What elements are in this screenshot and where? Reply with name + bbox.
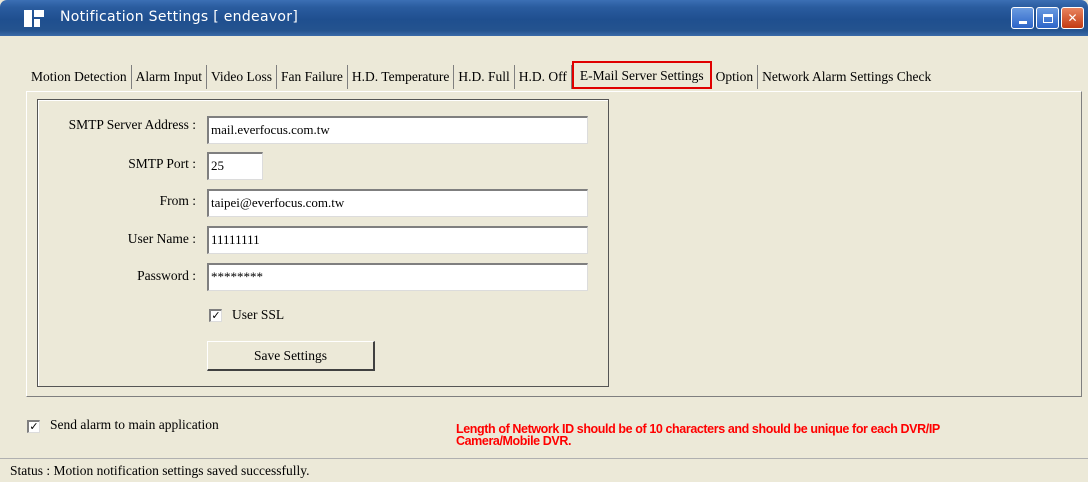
close-button[interactable]: ✕ xyxy=(1061,7,1084,29)
warning-line-2: Camera/Mobile DVR. xyxy=(456,434,572,448)
tab-fan-failure[interactable]: Fan Failure xyxy=(277,65,348,89)
tab-alarm-input[interactable]: Alarm Input xyxy=(132,65,207,89)
tab-network-alarm-settings-check[interactable]: Network Alarm Settings Check xyxy=(758,65,935,89)
maximize-button[interactable] xyxy=(1036,7,1059,29)
password-label: Password : xyxy=(137,268,196,283)
checkmark-icon: ✓ xyxy=(211,309,221,322)
tab-hd-off[interactable]: H.D. Off xyxy=(515,65,572,89)
status-text: Status : Motion notification settings sa… xyxy=(10,463,310,478)
user-ssl-label: User SSL xyxy=(232,307,285,322)
title-bar[interactable]: Notification Settings [ endeavor] ✕ xyxy=(0,0,1088,36)
app-logo-icon xyxy=(24,10,44,27)
from-input[interactable]: taipei@everfocus.com.tw xyxy=(207,189,588,217)
tab-hd-full[interactable]: H.D. Full xyxy=(454,65,515,89)
status-bar: Status : Motion notification settings sa… xyxy=(0,458,1088,482)
tab-video-loss[interactable]: Video Loss xyxy=(207,65,278,89)
user-name-input[interactable]: 11111111 xyxy=(207,226,588,254)
network-id-warning: Length of Network ID should be of 10 cha… xyxy=(456,423,1084,448)
close-icon: ✕ xyxy=(1067,11,1078,25)
from-label: From : xyxy=(159,193,196,208)
password-input[interactable]: ******** xyxy=(207,263,588,291)
window-controls: ✕ xyxy=(1011,7,1084,29)
minimize-button[interactable] xyxy=(1011,7,1034,29)
send-alarm-checkbox[interactable]: ✓ xyxy=(27,420,40,433)
user-ssl-checkbox[interactable]: ✓ xyxy=(209,309,222,322)
maximize-icon xyxy=(1042,13,1053,23)
smtp-server-label: SMTP Server Address : xyxy=(68,117,196,132)
window-title: Notification Settings [ endeavor] xyxy=(60,9,299,25)
tab-hd-temperature[interactable]: H.D. Temperature xyxy=(348,65,455,89)
tab-motion-detection[interactable]: Motion Detection xyxy=(31,65,132,89)
smtp-server-input[interactable]: mail.everfocus.com.tw xyxy=(207,116,588,144)
tab-strip: Motion Detection Alarm Input Video Loss … xyxy=(31,61,935,91)
minimize-icon xyxy=(1018,20,1027,24)
send-alarm-label: Send alarm to main application xyxy=(50,417,219,432)
smtp-port-label: SMTP Port : xyxy=(128,156,196,171)
checkmark-icon: ✓ xyxy=(29,420,39,433)
save-settings-button[interactable]: Save Settings xyxy=(207,341,375,371)
tab-email-server-settings[interactable]: E-Mail Server Settings xyxy=(571,61,712,89)
tab-option[interactable]: Option xyxy=(712,65,759,89)
smtp-port-input[interactable]: 25 xyxy=(207,152,263,180)
user-name-label: User Name : xyxy=(127,231,196,246)
notification-settings-window: Notification Settings [ endeavor] ✕ Moti… xyxy=(0,0,1088,482)
